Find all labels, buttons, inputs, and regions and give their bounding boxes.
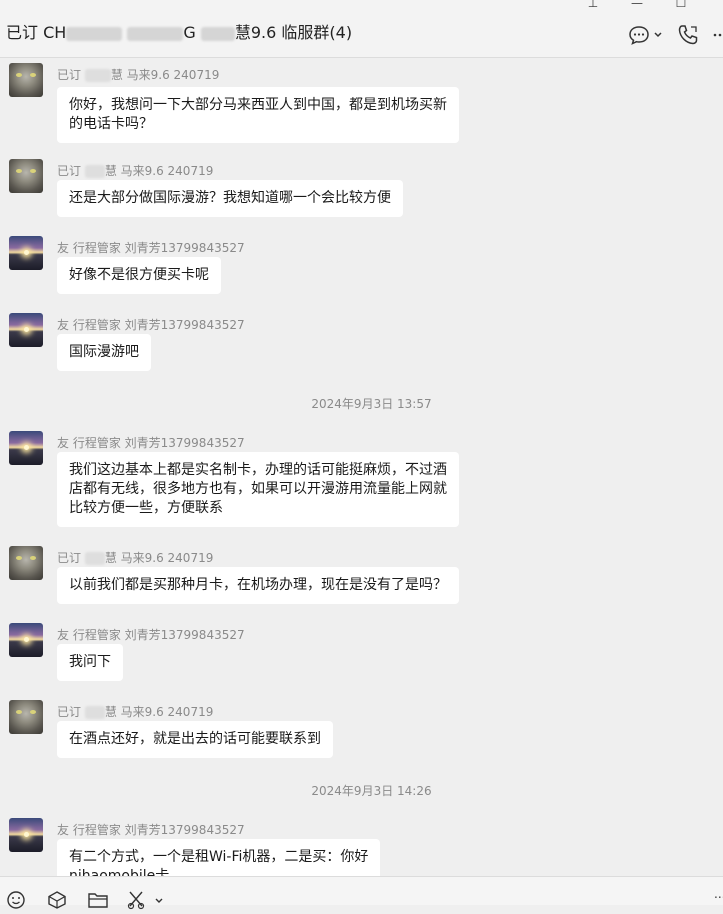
sender-name[interactable]: 已订 慧 马来9.6 240719 xyxy=(57,549,213,566)
message-bubble[interactable]: 有二个方式，一个是租Wi-Fi机器，二是买：你好 nihaomobile卡 xyxy=(57,839,381,876)
phone-icon[interactable] xyxy=(677,24,699,46)
message-bubble[interactable]: 好像不是很方便买卡呢 xyxy=(57,257,221,294)
window-controls: ⊥ — ☐ xyxy=(571,0,703,10)
cat-avatar[interactable] xyxy=(9,63,43,97)
redacted-block xyxy=(66,26,123,41)
message-text: 我问下 xyxy=(69,654,111,670)
road-avatar[interactable] xyxy=(9,818,43,852)
title-suffix: 慧9.6 临服群(4) xyxy=(234,23,353,42)
scissors-icon[interactable] xyxy=(127,890,167,914)
chat-title: 已订 CH G 慧9.6 临服群(4) xyxy=(6,19,352,43)
message-bubble[interactable]: 你好，我想问一下大部分马来西亚人到中国，都是到机场买新 的电话卡吗？ xyxy=(57,87,459,143)
message-text: 比较方便一些，方便联系 xyxy=(69,500,223,516)
message-text: 国际漫游吧 xyxy=(69,344,139,360)
message-bubble[interactable]: 国际漫游吧 xyxy=(57,334,151,371)
sender-name[interactable]: 友 行程管家 刘青芳13799843527 xyxy=(57,626,245,643)
message-text: 在酒点还好，就是出去的话可能要联系到 xyxy=(69,731,321,747)
pin-button[interactable]: ⊥ xyxy=(571,0,615,10)
timestamp: 2024年9月3日 13:57 xyxy=(311,397,432,411)
message-bubble[interactable]: 在酒点还好，就是出去的话可能要联系到 xyxy=(57,721,333,758)
chat-bubble-icon[interactable] xyxy=(629,25,663,45)
message-text: 店都有无线，很多地方也有，如果可以开漫游用流量能上网就 xyxy=(69,481,447,497)
road-avatar[interactable] xyxy=(9,236,43,270)
message-text: nihaomobile卡 xyxy=(69,868,170,876)
favorites-icon[interactable] xyxy=(47,890,67,914)
sender-name[interactable]: 友 行程管家 刘青芳13799843527 xyxy=(57,821,245,838)
cat-avatar[interactable] xyxy=(9,700,43,734)
sender-name[interactable]: 已订 慧 马来9.6 240719 xyxy=(57,66,219,83)
redacted-block xyxy=(127,26,184,41)
message-text: 有二个方式，一个是租Wi-Fi机器，二是买：你好 xyxy=(69,849,369,865)
message-bubble[interactable]: 以前我们都是买那种月卡，在机场办理，现在是没有了是吗？ xyxy=(57,567,459,604)
message-list[interactable]: 已订 慧 马来9.6 240719 你好，我想问一下大部分马来西亚人到中国，都是… xyxy=(0,58,723,876)
sender-name[interactable]: 已订 慧 马来9.6 240719 xyxy=(57,162,213,179)
maximize-button[interactable]: ☐ xyxy=(659,0,703,10)
message-text: 好像不是很方便买卡呢 xyxy=(69,267,209,283)
road-avatar[interactable] xyxy=(9,431,43,465)
sender-name[interactable]: 友 行程管家 刘青芳13799843527 xyxy=(57,239,245,256)
cat-avatar[interactable] xyxy=(9,159,43,193)
emoji-icon[interactable] xyxy=(6,890,26,914)
road-avatar[interactable] xyxy=(9,313,43,347)
road-avatar[interactable] xyxy=(9,623,43,657)
cat-avatar[interactable] xyxy=(9,546,43,580)
sender-name[interactable]: 已订 慧 马来9.6 240719 xyxy=(57,703,213,720)
minimize-button[interactable]: — xyxy=(615,0,659,10)
message-text: 还是大部分做国际漫游？我想知道哪一个会比较方便 xyxy=(69,190,391,206)
message-bubble[interactable]: 我们这边基本上都是实名制卡，办理的话可能挺麻烦，不过酒 店都有无线，很多地方也有… xyxy=(57,452,459,527)
message-text: 你好，我想问一下大部分马来西亚人到中国，都是到机场买新 xyxy=(69,97,447,113)
input-toolbar: ... xyxy=(0,876,723,910)
more-tools-icon[interactable]: ... xyxy=(714,887,723,901)
message-text: 的电话卡吗？ xyxy=(69,116,153,132)
message-bubble[interactable]: 我问下 xyxy=(57,644,123,681)
title-mid: G xyxy=(183,23,201,42)
timestamp: 2024年9月3日 14:26 xyxy=(311,784,432,798)
message-text: 以前我们都是买那种月卡，在机场办理，现在是没有了是吗？ xyxy=(69,577,447,593)
redacted-block xyxy=(200,26,235,41)
sender-name[interactable]: 友 行程管家 刘青芳13799843527 xyxy=(57,316,245,333)
header-actions xyxy=(629,24,723,46)
folder-icon[interactable] xyxy=(87,890,109,914)
title-prefix: 已订 CH xyxy=(6,23,67,42)
chat-header: ⊥ — ☐ 已订 CH G 慧9.6 临服群(4) xyxy=(0,0,723,58)
message-bubble[interactable]: 还是大部分做国际漫游？我想知道哪一个会比较方便 xyxy=(57,180,403,217)
more-icon[interactable] xyxy=(713,32,723,38)
message-text: 我们这边基本上都是实名制卡，办理的话可能挺麻烦，不过酒 xyxy=(69,462,447,478)
sender-name[interactable]: 友 行程管家 刘青芳13799843527 xyxy=(57,434,245,451)
